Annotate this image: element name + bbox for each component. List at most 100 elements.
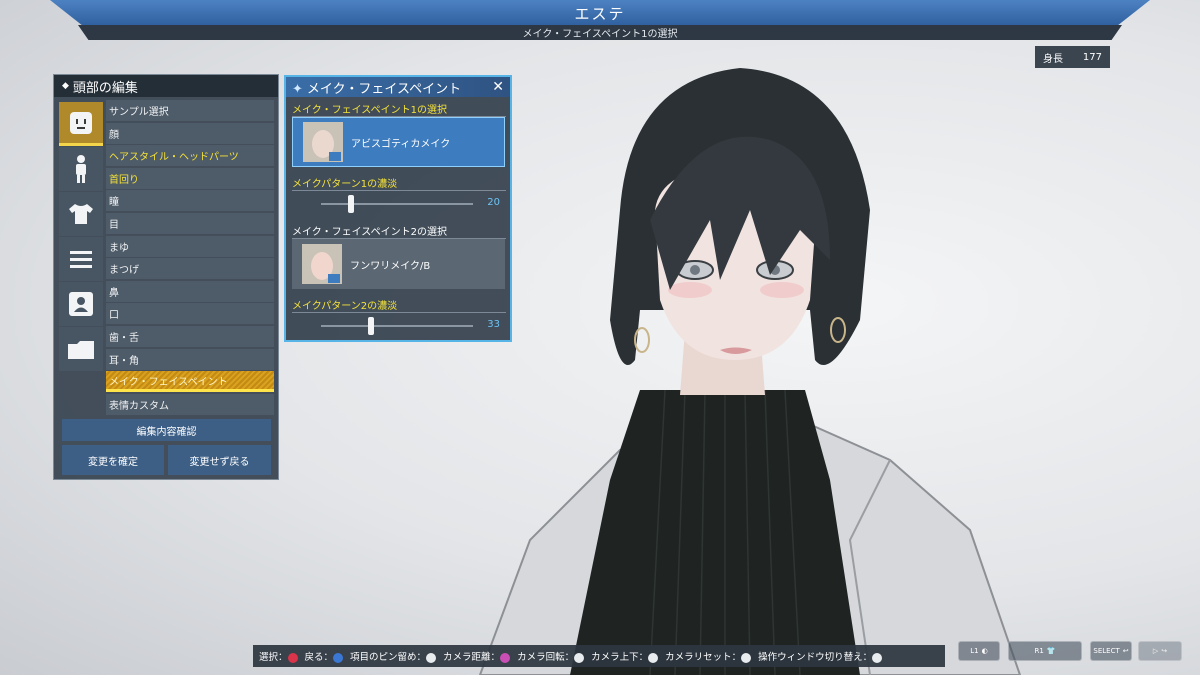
controller-button-icon bbox=[500, 652, 511, 663]
makeup1-density-label: メイクパターン1の濃淡 bbox=[292, 175, 506, 191]
controller-button-icon bbox=[741, 652, 752, 663]
help-item: カメラ上下： bbox=[591, 649, 662, 663]
category-body[interactable] bbox=[59, 147, 103, 191]
head-part-item[interactable]: 表情カスタム bbox=[106, 393, 274, 415]
makeup1-select-card[interactable]: アビスゴティカメイク bbox=[292, 117, 505, 167]
head-part-list: サンプル選択顔ヘアスタイル・ヘッドパーツ 首回り瞳目まゆ まつげ鼻口歯・舌 耳・角 メイ… bbox=[106, 100, 274, 416]
category-costume[interactable] bbox=[59, 192, 103, 236]
profile-card-icon bbox=[69, 292, 93, 316]
head-part-item[interactable]: メイク・フェイスペイント bbox=[106, 371, 274, 393]
help-item-label: カメラ回転： bbox=[517, 652, 575, 663]
help-item-label: カメラ上下： bbox=[591, 652, 649, 663]
makeup-panel: ✦ メイク・フェイスペイント ✕ メイク・フェイスペイント1の選択 アビスゴティカ… bbox=[284, 75, 512, 342]
head-edit-panel: ◆ 頭部の編集 サンプル選択顔ヘアスタイル・ヘッドパーツ 首回り瞳目まゆ まつげ鼻口… bbox=[53, 74, 279, 480]
makeup1-section-label: メイク・フェイスペイント1の選択 bbox=[292, 101, 506, 117]
controller-button-icon bbox=[333, 652, 344, 663]
height-indicator: 身長 177 bbox=[1035, 46, 1110, 68]
help-item-label: 項目のピン留め： bbox=[350, 652, 427, 663]
head-part-item[interactable]: まゆ bbox=[106, 235, 274, 257]
camera-icon: ◐ bbox=[981, 647, 988, 655]
makeup1-thumbnail bbox=[303, 122, 343, 162]
select-label: SELECT bbox=[1093, 647, 1120, 655]
character-preview[interactable] bbox=[470, 60, 1030, 675]
help-item-label: 戻る： bbox=[304, 652, 334, 663]
makeup-title-bar: ✦ メイク・フェイスペイント ✕ bbox=[286, 77, 510, 97]
head-part-item[interactable]: 口 bbox=[106, 303, 274, 325]
makeup2-density-value: 33 bbox=[487, 319, 500, 330]
help-item: 選択： bbox=[259, 649, 302, 663]
shirt-icon bbox=[69, 204, 93, 224]
makeup2-density-knob[interactable] bbox=[368, 317, 375, 335]
makeup2-select-card[interactable]: フンワリメイク/B bbox=[292, 239, 505, 289]
makeup1-density-knob[interactable] bbox=[348, 195, 355, 213]
menu-icon bbox=[70, 251, 92, 268]
category-list[interactable] bbox=[59, 237, 103, 281]
category-icon-column bbox=[59, 102, 105, 372]
costume-icon: 👕 bbox=[1046, 647, 1056, 655]
makeup1-density-track[interactable] bbox=[321, 203, 473, 205]
makeup2-density-track[interactable] bbox=[321, 325, 473, 327]
help-item: 戻る： bbox=[305, 649, 348, 663]
help-item-label: 選択： bbox=[259, 652, 288, 663]
controller-button-icon bbox=[648, 652, 659, 663]
review-changes-button[interactable]: 編集内容確認 bbox=[62, 419, 271, 441]
controller-button-icon bbox=[574, 652, 585, 663]
help-item-label: カメラ距離： bbox=[443, 652, 501, 663]
head-part-item[interactable]: 首回り bbox=[106, 167, 274, 189]
screen-subtitle: メイク・フェイスペイント1の選択 bbox=[522, 29, 678, 40]
select-button[interactable]: SELECT ↩ bbox=[1090, 641, 1132, 661]
folder-icon bbox=[68, 341, 94, 359]
category-head[interactable] bbox=[59, 102, 103, 146]
category-profile[interactable] bbox=[59, 282, 103, 326]
help-item: カメラ距離： bbox=[443, 649, 514, 663]
head-part-item[interactable]: 顔 bbox=[106, 122, 274, 144]
category-folder[interactable] bbox=[59, 327, 103, 371]
head-edit-title: 頭部の編集 bbox=[72, 80, 138, 96]
screen-title-bar: エステ bbox=[50, 0, 1150, 26]
help-item: カメラ回転： bbox=[517, 649, 588, 663]
help-item: カメラリセット： bbox=[665, 649, 755, 663]
head-part-item[interactable]: まつげ bbox=[106, 258, 274, 280]
controller-button-icon bbox=[287, 652, 298, 663]
makeup2-name: フンワリメイク/B bbox=[350, 260, 431, 272]
makeup2-section-label: メイク・フェイスペイント2の選択 bbox=[292, 223, 506, 239]
body-icon bbox=[76, 155, 86, 183]
apply-changes-button[interactable]: 変更を確定 bbox=[62, 445, 164, 475]
makeup2-density-label: メイクパターン2の濃淡 bbox=[292, 297, 506, 313]
controller-button-icon bbox=[426, 652, 437, 663]
diamond-icon: ◆ bbox=[62, 81, 69, 91]
height-value: 177 bbox=[1082, 51, 1102, 63]
makeup-title: メイク・フェイスペイント bbox=[306, 81, 462, 97]
play-icon: ▷ bbox=[1152, 647, 1159, 655]
head-part-item[interactable]: 瞳 bbox=[106, 190, 274, 212]
height-label: 身長 bbox=[1043, 53, 1063, 65]
head-edit-title-bar: ◆ 頭部の編集 bbox=[54, 75, 278, 97]
head-part-item[interactable]: 鼻 bbox=[106, 280, 274, 302]
r1-button[interactable]: R1 👕 bbox=[1008, 641, 1082, 661]
head-part-item[interactable]: ヘアスタイル・ヘッドパーツ bbox=[106, 145, 274, 167]
close-icon[interactable]: ✕ bbox=[492, 79, 504, 95]
screen-subtitle-bar: メイク・フェイスペイント1の選択 bbox=[78, 25, 1122, 40]
help-item: 項目のピン留め： bbox=[350, 649, 440, 663]
l1-button[interactable]: L1 ◐ bbox=[958, 641, 1000, 661]
face-icon bbox=[70, 111, 92, 134]
l1-label: L1 bbox=[970, 647, 979, 655]
makeup1-name: アビスゴティカメイク bbox=[351, 138, 451, 150]
head-part-item[interactable]: 歯・舌 bbox=[106, 325, 274, 347]
head-part-item[interactable]: サンプル選択 bbox=[106, 100, 274, 121]
help-item: 操作ウィンドウ切り替え： bbox=[758, 649, 886, 663]
head-part-item[interactable]: 目 bbox=[106, 212, 274, 234]
return-icon: ↩ bbox=[1122, 647, 1129, 655]
discard-changes-button[interactable]: 変更せず戻る bbox=[168, 445, 271, 475]
makeup2-thumbnail bbox=[302, 244, 342, 284]
makeup1-density-value: 20 bbox=[487, 197, 500, 208]
controller-button-icon bbox=[872, 652, 883, 663]
r1-label: R1 bbox=[1034, 647, 1044, 655]
controls-help-bar: 選択： 戻る： 項目のピン留め： カメラ距離： カメラ回転： カメラ上下： カメラリセット：… bbox=[253, 645, 945, 667]
screen-title: エステ bbox=[574, 4, 626, 23]
sparkle-icon: ✦ bbox=[292, 81, 303, 97]
forward-icon: ↪ bbox=[1161, 647, 1168, 655]
play-button[interactable]: ▷ ↪ bbox=[1138, 641, 1182, 661]
head-part-item[interactable]: 耳・角 bbox=[106, 348, 274, 370]
help-item-label: 操作ウィンドウ切り替え： bbox=[758, 652, 873, 663]
